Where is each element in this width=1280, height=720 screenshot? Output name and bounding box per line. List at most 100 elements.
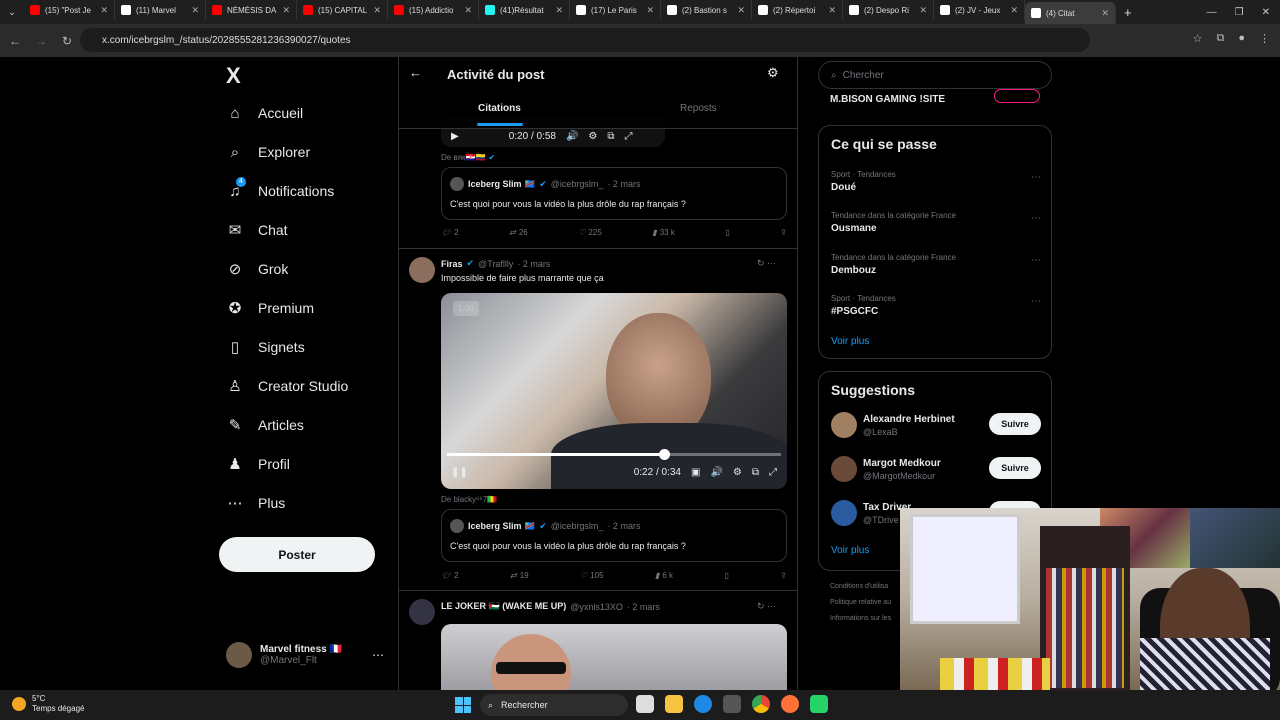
close-tab-icon[interactable]: ✕ — [100, 5, 108, 16]
post-date[interactable]: · 2 mars — [627, 602, 660, 612]
sidebar-item-chat[interactable]: ✉ Chat — [226, 221, 288, 239]
bookmark-icon[interactable]: ▯ — [725, 228, 729, 237]
x-logo-icon[interactable]: X — [226, 63, 241, 89]
forward-icon[interactable]: → — [30, 34, 52, 48]
settings-icon[interactable]: ⚙ — [733, 467, 742, 478]
trend-item[interactable]: Sport · Tendances Doué ⋯ — [831, 170, 1041, 193]
close-window-icon[interactable]: ✕ — [1262, 7, 1270, 18]
browser-tab[interactable]: (41)Résultat ✕ — [479, 0, 570, 20]
post-more-icon[interactable]: ↻ ⋯ — [757, 258, 776, 269]
close-tab-icon[interactable]: ✕ — [1101, 8, 1109, 19]
browser-tab[interactable]: (2) Despo Ri ✕ — [843, 0, 934, 20]
sidebar-item-explorer[interactable]: ⌕ Explorer — [226, 143, 310, 161]
share-icon[interactable]: ⇪ — [780, 228, 787, 237]
like-button[interactable]: ♡ 105 — [580, 571, 604, 580]
close-tab-icon[interactable]: ✕ — [646, 5, 654, 16]
bookmark-star-icon[interactable]: ☆ — [1193, 32, 1203, 45]
sidebar-item-accueil[interactable]: ⌂ Accueil — [226, 104, 303, 122]
video-player[interactable]: 1.00 ❚❚ 0:22 / 0:34 ▣ 🔊 ⚙ ⧉ ⤢ — [441, 293, 787, 489]
avatar[interactable] — [409, 599, 435, 625]
sidebar-item-articles[interactable]: ✎ Articles — [226, 416, 304, 434]
browser-tab[interactable]: NÉMÉSIS DA ✕ — [206, 0, 297, 20]
see-more-link[interactable]: Voir plus — [831, 545, 869, 556]
browser-tab[interactable]: (17) Le Paris ✕ — [570, 0, 661, 20]
sidebar-item-grok[interactable]: ⊘ Grok — [226, 260, 289, 278]
captions-icon[interactable]: ▣ — [691, 467, 700, 478]
close-tab-icon[interactable]: ✕ — [737, 5, 745, 16]
footer-link[interactable]: Conditions d'utilisa — [830, 583, 888, 590]
account-switcher[interactable]: Marvel fitness 🇫🇷 @Marvel_Flt ⋯ — [226, 642, 384, 668]
tab-reposts[interactable]: Reposts — [680, 103, 717, 114]
back-arrow-icon[interactable]: ← — [409, 65, 422, 80]
quoted-post[interactable]: Iceberg Slim 🇨🇩 ✔ @icebrgslm_ · 2 mars C… — [441, 167, 787, 220]
browser-tab[interactable]: (15) Addictio ✕ — [388, 0, 479, 20]
minimize-icon[interactable]: — — [1207, 7, 1217, 18]
task-view-icon[interactable] — [636, 695, 654, 713]
suggestion-item[interactable]: Margot Medkour @MargotMedkour Suivre — [831, 456, 1041, 482]
trend-item[interactable]: Tendance dans la catégorie France Dembouz… — [831, 253, 1041, 276]
settings-icon[interactable]: ⚙ — [588, 131, 597, 142]
taskbar-search[interactable]: ⌕ Rechercher — [480, 694, 628, 716]
footer-link[interactable]: Informations sur les — [830, 615, 891, 622]
search-input[interactable]: ⌕ Chercher — [818, 61, 1052, 89]
close-tab-icon[interactable]: ✕ — [191, 5, 199, 16]
close-tab-icon[interactable]: ✕ — [1010, 5, 1018, 16]
suggestion-item[interactable]: Alexandre Herbinet @LexaB Suivre — [831, 412, 1041, 438]
browser-tab[interactable]: (2) Répertoi ✕ — [752, 0, 843, 20]
browser-tab[interactable]: (15) CAPITAL ✕ — [297, 0, 388, 20]
follow-button[interactable]: Suivre — [989, 457, 1041, 479]
play-icon[interactable]: ▶ — [451, 131, 459, 142]
chrome-icon[interactable] — [752, 695, 770, 713]
sidebar-item-profil[interactable]: ♟ Profil — [226, 455, 290, 473]
pip-icon[interactable]: ⧉ — [752, 467, 759, 478]
browser-tab[interactable]: (15) "Post Je ✕ — [24, 0, 115, 20]
browser-tab[interactable]: (2) JV - Jeux ✕ — [934, 0, 1025, 20]
pip-icon[interactable]: ⧉ — [607, 131, 614, 142]
url-field[interactable]: x.com/icebrgslm_/status/2028555281236390… — [80, 28, 1090, 52]
store-icon[interactable] — [723, 695, 741, 713]
post-button[interactable]: Poster — [219, 537, 375, 572]
post-date[interactable]: · 2 mars — [517, 259, 550, 269]
tab-list-icon[interactable]: ⌄ — [0, 7, 24, 18]
sidebar-item-plus[interactable]: ⋯ Plus — [226, 494, 286, 512]
post-more-icon[interactable]: ↻ ⋯ — [757, 601, 776, 612]
reload-icon[interactable]: ↻ — [56, 34, 78, 48]
reply-button[interactable]: 💬︎ 2 — [441, 228, 459, 237]
video-progress-bar[interactable] — [447, 449, 781, 460]
more-icon[interactable]: ⋯ — [1031, 255, 1041, 266]
more-icon[interactable]: ⋯ — [372, 648, 384, 662]
more-icon[interactable]: ⋯ — [1031, 296, 1041, 307]
trend-item[interactable]: Sport · Tendances #PSGCFC ⋯ — [831, 294, 1041, 317]
browser-tab[interactable]: (2) Bastion s ✕ — [661, 0, 752, 20]
share-icon[interactable]: ⇪ — [780, 571, 787, 580]
more-icon[interactable]: ⋯ — [1031, 172, 1041, 183]
close-tab-icon[interactable]: ✕ — [555, 5, 563, 16]
sidebar-item-creator-studio[interactable]: ♙ Creator Studio — [226, 377, 348, 395]
see-more-link[interactable]: Voir plus — [831, 336, 869, 347]
windows-start-icon[interactable] — [455, 697, 471, 713]
sidebar-item-notifications[interactable]: ♫ 4 Notifications — [226, 177, 334, 200]
views-button[interactable]: ▮ 6 k — [655, 571, 673, 580]
close-tab-icon[interactable]: ✕ — [828, 5, 836, 16]
weather-widget[interactable]: 5°C Temps dégagé — [12, 694, 84, 714]
post-handle[interactable]: @yxnls13XO — [570, 602, 623, 612]
menu-icon[interactable]: ⋮ — [1259, 32, 1270, 45]
close-tab-icon[interactable]: ✕ — [373, 5, 381, 16]
app-icon[interactable] — [810, 695, 828, 713]
new-tab-icon[interactable]: + — [1124, 5, 1132, 20]
live-item[interactable]: M.BISON GAMING !SITE — [830, 94, 945, 105]
post-author[interactable]: LE JOKER 🇵🇸 (WAKE ME UP) — [441, 601, 566, 612]
post-author[interactable]: Firas — [441, 259, 463, 269]
fullscreen-icon[interactable]: ⤢ — [769, 467, 777, 478]
back-icon[interactable]: ← — [4, 34, 26, 48]
close-tab-icon[interactable]: ✕ — [919, 5, 927, 16]
repost-button[interactable]: ⇄ 26 — [509, 228, 528, 237]
bookmark-icon[interactable]: ▯ — [724, 571, 728, 580]
quoted-post[interactable]: Iceberg Slim 🇨🇩 ✔ @icebrgslm_ · 2 mars C… — [441, 509, 787, 562]
sidebar-item-signets[interactable]: ▯ Signets — [226, 338, 305, 356]
firefox-icon[interactable] — [781, 695, 799, 713]
pause-icon[interactable]: ❚❚ — [451, 467, 468, 478]
volume-icon[interactable]: 🔊 — [566, 131, 578, 142]
sidebar-item-premium[interactable]: ✪ Premium — [226, 299, 314, 317]
trend-item[interactable]: Tendance dans la catégorie France Ousmane… — [831, 211, 1041, 234]
